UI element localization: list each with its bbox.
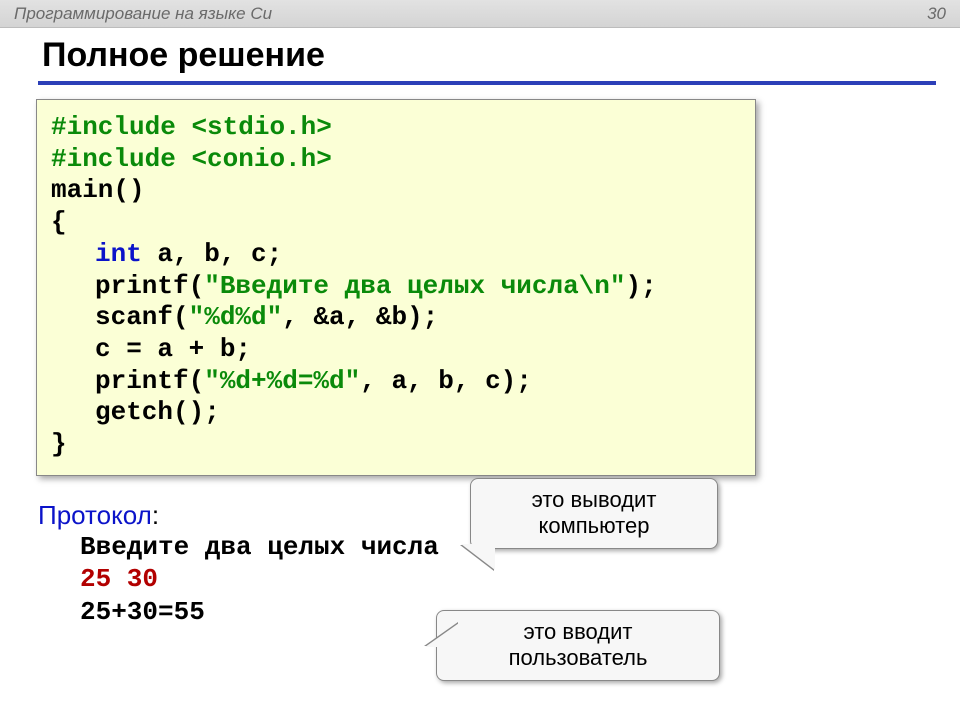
- code-line: printf("Введите два целых числа\n");: [51, 271, 741, 303]
- callout-text: это выводит: [489, 487, 699, 513]
- code-text: printf(: [95, 271, 204, 301]
- code-line: printf("%d+%d=%d", a, b, c);: [51, 366, 741, 398]
- code-text: , &a, &b);: [282, 302, 438, 332]
- code-text: scanf(: [95, 302, 189, 332]
- callout-text: компьютер: [489, 513, 699, 539]
- code-string: "%d+%d=%d": [204, 366, 360, 396]
- callout-tail-icon: [425, 623, 459, 647]
- code-text: );: [626, 271, 657, 301]
- code-line: #include <stdio.h>: [51, 112, 741, 144]
- slide-header: Программирование на языке Си 30: [0, 0, 960, 28]
- code-line: int a, b, c;: [51, 239, 741, 271]
- code-keyword: int: [95, 239, 142, 269]
- code-line: c = a + b;: [51, 334, 741, 366]
- code-line: scanf("%d%d", &a, &b);: [51, 302, 741, 334]
- code-preproc: #include: [51, 112, 191, 142]
- title-underline: [38, 81, 936, 85]
- callout-computer-output: это выводит компьютер: [470, 478, 718, 549]
- code-line: }: [51, 429, 741, 461]
- callout-tail-icon: [461, 544, 495, 570]
- callout-user-input: это вводит пользователь: [436, 610, 720, 681]
- code-block: #include <stdio.h> #include <conio.h> ma…: [36, 99, 756, 476]
- protocol-label: Протокол: [38, 500, 152, 530]
- callout-text: это вводит: [455, 619, 701, 645]
- colon: :: [152, 500, 159, 530]
- code-line: main(): [51, 175, 741, 207]
- code-text: a, b, c;: [142, 239, 282, 269]
- code-line: #include <conio.h>: [51, 144, 741, 176]
- code-text: , a, b, c);: [360, 366, 532, 396]
- header-subject: Программирование на языке Си: [14, 4, 272, 24]
- code-header-file: <stdio.h>: [191, 112, 331, 142]
- slide-title: Полное решение: [0, 28, 960, 81]
- callout-text: пользователь: [455, 645, 701, 671]
- code-text: getch();: [51, 397, 220, 429]
- protocol-user-input: 25 30: [80, 563, 960, 596]
- code-text: printf(: [95, 366, 204, 396]
- code-text: c = a + b;: [51, 334, 251, 366]
- code-header-file: <conio.h>: [191, 144, 331, 174]
- header-page: 30: [927, 4, 946, 24]
- code-string: "%d%d": [189, 302, 283, 332]
- code-line: {: [51, 207, 741, 239]
- code-string: "Введите два целых числа\n": [204, 271, 625, 301]
- code-preproc: #include: [51, 144, 191, 174]
- code-line: getch();: [51, 397, 741, 429]
